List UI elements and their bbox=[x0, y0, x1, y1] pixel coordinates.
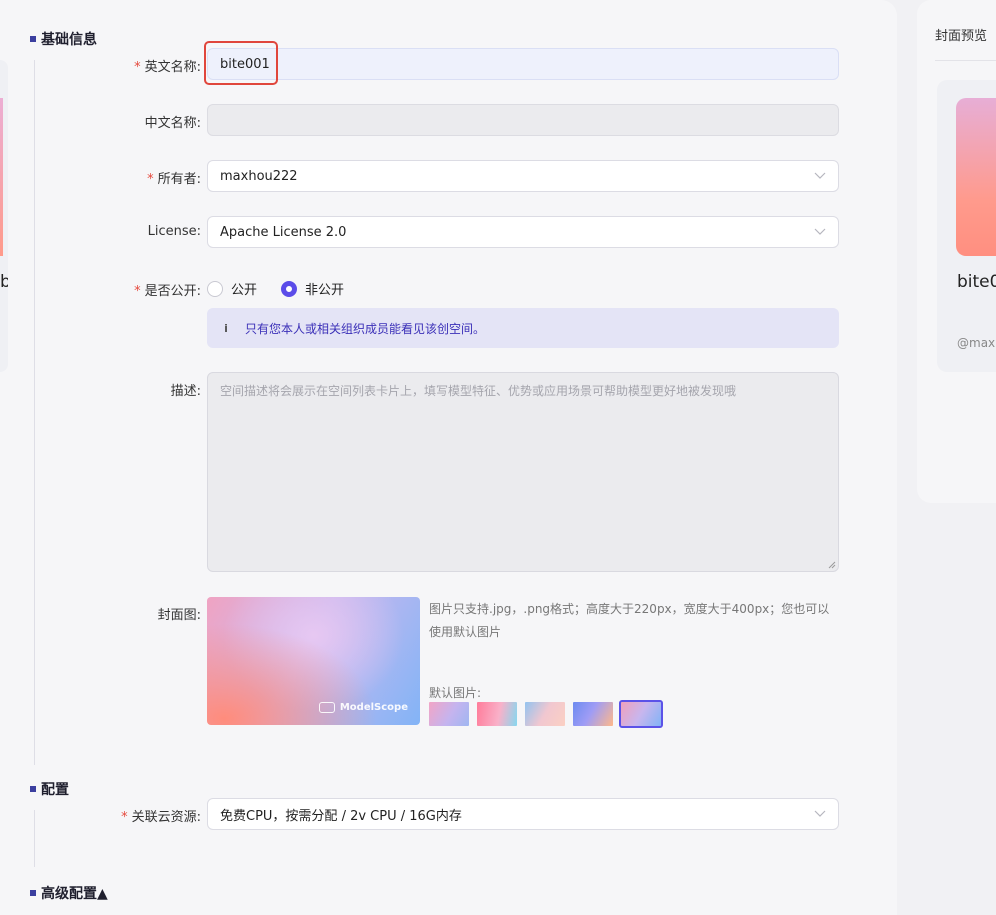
owner-value: maxhou222 bbox=[220, 168, 298, 184]
section-title[interactable]: 高级配置▲ bbox=[41, 883, 108, 903]
section-title: 配置 bbox=[41, 782, 69, 798]
cloud-resource-select[interactable]: 免费CPU，按需分配 / 2v CPU / 16G内存 bbox=[207, 798, 839, 830]
radio-private[interactable] bbox=[281, 280, 298, 297]
section-line bbox=[34, 60, 35, 765]
radio-public-label[interactable]: 公开 bbox=[231, 279, 257, 298]
section-advanced[interactable]: 高级配置▲ bbox=[30, 883, 108, 903]
preview-card-fragment-text: bite001 bbox=[0, 272, 8, 292]
default-images-label: 默认图片: bbox=[429, 686, 482, 700]
section-marker bbox=[30, 786, 36, 792]
section-line bbox=[34, 810, 35, 867]
preview-card-name: bite001 bbox=[957, 272, 996, 292]
visibility-info-alert: i 只有您本人或相关组织成员能看见该创空间。 bbox=[207, 308, 839, 348]
section-marker bbox=[30, 890, 36, 896]
radio-private-label[interactable]: 非公开 bbox=[305, 279, 344, 298]
cover-label: 封面图: bbox=[157, 608, 201, 623]
info-icon: i bbox=[224, 321, 228, 335]
default-image-thumb[interactable] bbox=[525, 702, 565, 726]
modelscope-logo-text: ModelScope bbox=[339, 702, 408, 713]
default-image-thumb[interactable] bbox=[477, 702, 517, 726]
preview-card-fragment-image bbox=[0, 98, 3, 256]
chevron-down-icon bbox=[814, 172, 826, 179]
cloud-resource-value: 免费CPU，按需分配 / 2v CPU / 16G内存 bbox=[220, 808, 462, 824]
description-placeholder: 空间描述将会展示在空间列表卡片上，填写模型特征、优势或应用场景可帮助模型更好地被… bbox=[220, 384, 737, 398]
en-name-label: * 英文名称: bbox=[134, 60, 201, 75]
section-config: 配置 bbox=[30, 779, 69, 799]
visibility-info-text: 只有您本人或相关组织成员能看见该创空间。 bbox=[245, 321, 486, 336]
section-title: 基础信息 bbox=[41, 32, 97, 48]
default-image-thumb-selected[interactable] bbox=[619, 700, 663, 728]
chevron-down-icon bbox=[814, 810, 826, 817]
description-textarea[interactable]: 空间描述将会展示在空间列表卡片上，填写模型特征、优势或应用场景可帮助模型更好地被… bbox=[207, 372, 839, 572]
cn-name-input[interactable] bbox=[207, 104, 839, 136]
cn-name-label: 中文名称: bbox=[144, 116, 201, 131]
preview-title: 封面预览 bbox=[935, 29, 988, 44]
license-select[interactable]: Apache License 2.0 bbox=[207, 216, 839, 248]
visibility-label: * 是否公开: bbox=[134, 284, 201, 299]
visibility-radio-group: 公开 非公开 bbox=[207, 279, 368, 298]
section-basic-info: 基础信息 bbox=[30, 29, 97, 49]
preview-card-owner: @maxhou222 bbox=[957, 336, 996, 350]
cover-tip: 图片只支持.jpg，.png格式；高度大于220px，宽度大于400px；您也可… bbox=[429, 602, 830, 639]
preview-divider bbox=[935, 60, 996, 61]
preview-card-image bbox=[956, 98, 996, 256]
en-name-input[interactable]: bite001 bbox=[207, 48, 839, 80]
cloud-resource-label: * 关联云资源: bbox=[121, 810, 201, 825]
resize-handle-icon[interactable] bbox=[828, 561, 836, 569]
license-label: License: bbox=[147, 224, 201, 239]
radio-public[interactable] bbox=[207, 280, 223, 297]
default-images bbox=[429, 700, 669, 728]
default-image-thumb[interactable] bbox=[429, 702, 469, 726]
chevron-down-icon bbox=[814, 228, 826, 235]
cover-image-upload[interactable]: ModelScope bbox=[207, 597, 420, 725]
modelscope-logo: ModelScope bbox=[318, 702, 408, 713]
preview-card-fragment: bite001 bbox=[0, 60, 8, 372]
section-marker bbox=[30, 36, 36, 42]
preview-card: bite001 @maxhou222 bbox=[937, 80, 996, 372]
modelscope-logo-icon bbox=[318, 702, 335, 713]
owner-label: * 所有者: bbox=[147, 172, 201, 187]
license-value: Apache License 2.0 bbox=[220, 224, 347, 240]
highlight-box bbox=[204, 41, 278, 85]
owner-select[interactable]: maxhou222 bbox=[207, 160, 839, 192]
default-image-thumb[interactable] bbox=[573, 702, 613, 726]
description-label: 描述: bbox=[170, 384, 201, 399]
